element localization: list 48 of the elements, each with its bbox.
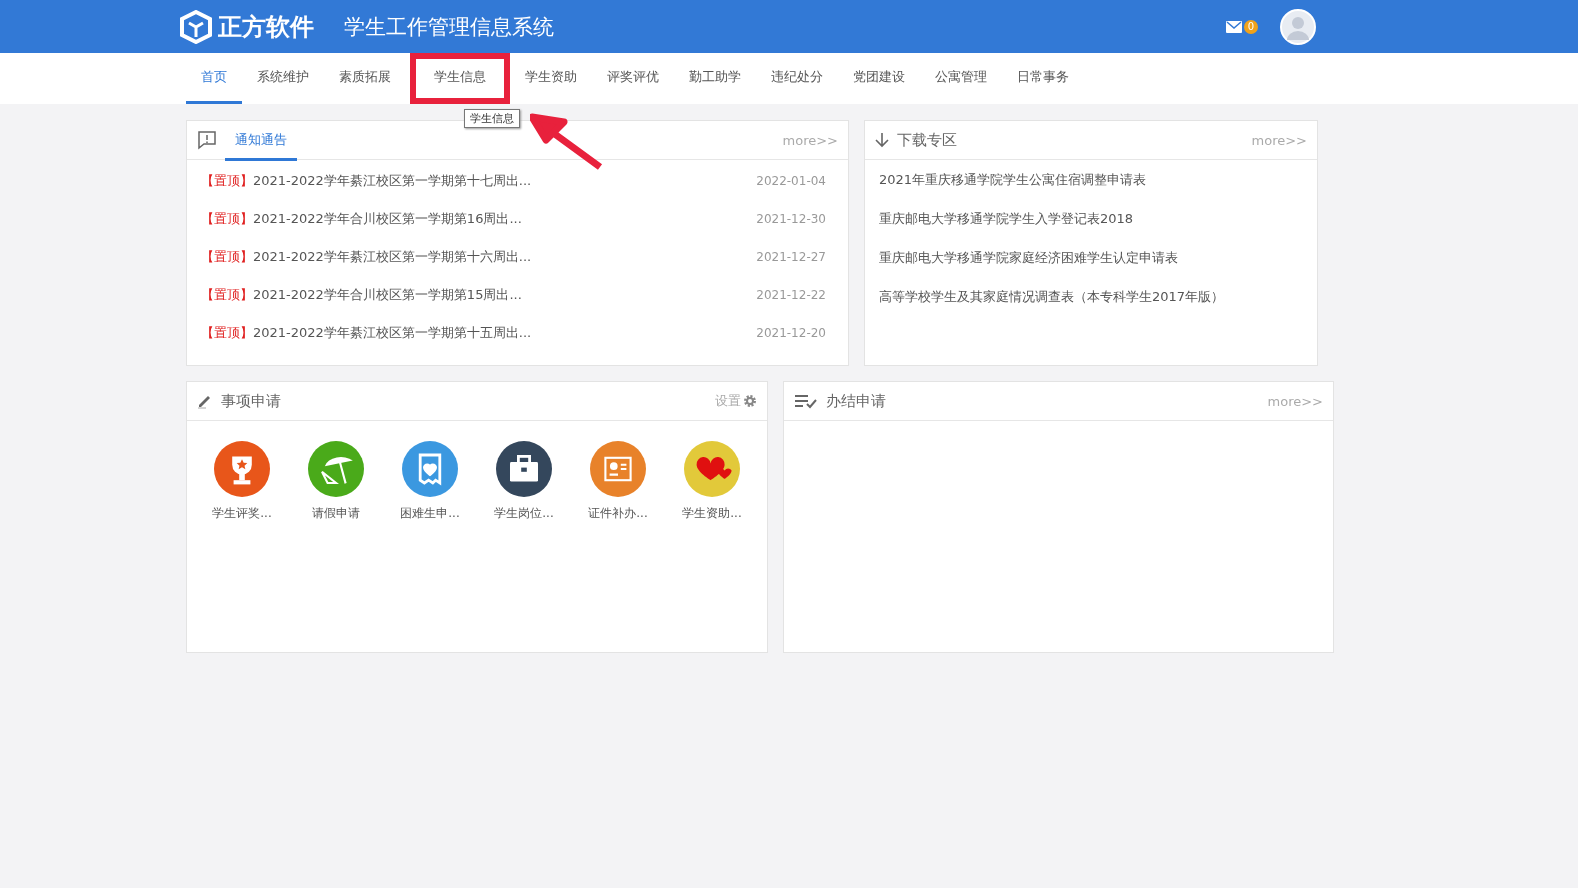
notice-link[interactable]: 【置顶】2021-2022学年綦江校区第一学期第十五周出... [201, 324, 532, 342]
application-shortcut[interactable]: 学生岗位... [477, 441, 571, 522]
download-link[interactable]: 重庆邮电大学移通学院家庭经济困难学生认定申请表 [865, 238, 1317, 277]
down-arrow-icon [875, 132, 889, 148]
application-shortcut[interactable]: 请假申请 [289, 441, 383, 522]
nav-tab[interactable]: 首页 [186, 53, 242, 104]
nav-tab[interactable]: 评奖评优 [592, 53, 674, 104]
download-link[interactable]: 重庆邮电大学移通学院学生入学登记表2018 [865, 199, 1317, 238]
notice-link[interactable]: 【置顶】2021-2022学年綦江校区第一学期第十六周出... [201, 248, 532, 266]
nav-tab[interactable]: 素质拓展 [324, 53, 406, 104]
application-shortcut[interactable]: 证件补办... [571, 441, 665, 522]
pencil-icon [197, 393, 213, 409]
notice-date: 2021-12-30 [756, 212, 826, 226]
nav-tab[interactable]: 党团建设 [838, 53, 920, 104]
system-title: 学生工作管理信息系统 [344, 13, 554, 41]
logo-text: 正方软件 [218, 11, 314, 43]
panel-title: 事项申请 [221, 391, 281, 411]
mail-icon[interactable] [1226, 20, 1242, 33]
notice-link[interactable]: 【置顶】2021-2022学年綦江校区第一学期第十七周出... [201, 172, 532, 190]
application-shortcut[interactable]: 困难生申... [383, 441, 477, 522]
notice-date: 2021-12-22 [756, 288, 826, 302]
panel-title: 办结申请 [826, 391, 886, 411]
mail-count-badge: 0 [1244, 19, 1258, 34]
notice-date: 2021-12-27 [756, 250, 826, 264]
nav-tab[interactable]: 系统维护 [242, 53, 324, 104]
notice-date: 2022-01-04 [756, 174, 826, 188]
nav-tab[interactable]: 勤工助学 [674, 53, 756, 104]
notice-link[interactable]: 【置顶】2021-2022学年合川校区第一学期第15周出... [201, 286, 522, 304]
message-icon [197, 130, 217, 150]
nav-tab[interactable]: 学生资助 [510, 53, 592, 104]
nav-tab[interactable]: 日常事务 [1002, 53, 1084, 104]
avatar-icon[interactable] [1280, 8, 1316, 45]
panel-title: 下载专区 [897, 130, 957, 150]
tooltip: 学生信息 [464, 109, 520, 128]
nav-tab[interactable]: 学生信息 [410, 53, 510, 104]
download-link[interactable]: 高等学校学生及其家庭情况调查表（本专科学生2017年版） [865, 277, 1317, 316]
download-link[interactable]: 2021年重庆移通学院学生公寓住宿调整申请表 [865, 160, 1317, 199]
notice-date: 2021-12-20 [756, 326, 826, 340]
nav-tab[interactable]: 公寓管理 [920, 53, 1002, 104]
settings-icon [743, 394, 757, 408]
checklist-icon [794, 393, 818, 409]
notice-link[interactable]: 【置顶】2021-2022学年合川校区第一学期第16周出... [201, 210, 522, 228]
application-shortcut[interactable]: 学生评奖... [195, 441, 289, 522]
pointer-arrow-icon [530, 112, 604, 172]
notice-tab[interactable]: 通知通告 [225, 122, 297, 161]
application-shortcut[interactable]: 学生资助... [665, 441, 759, 522]
nav-tab[interactable]: 违纪处分 [756, 53, 838, 104]
cube-logo-icon [180, 9, 212, 44]
